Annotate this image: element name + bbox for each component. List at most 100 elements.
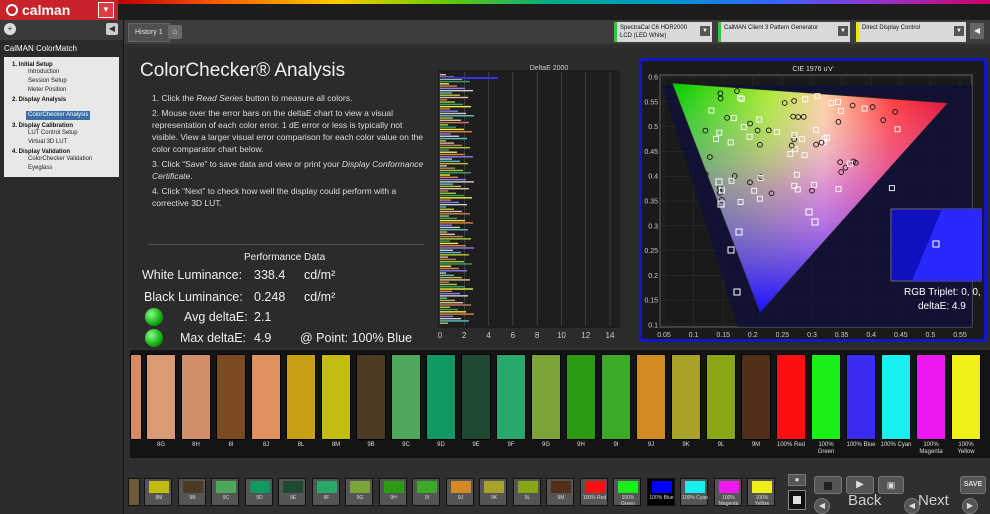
deltae-bar[interactable] bbox=[440, 267, 459, 270]
deltae-bar[interactable] bbox=[440, 206, 446, 208]
color-patch[interactable] bbox=[531, 354, 561, 440]
deltae-bar[interactable] bbox=[440, 274, 454, 277]
deltae-bar[interactable] bbox=[440, 226, 460, 229]
tree-item[interactable]: ColorChecker Validation bbox=[28, 155, 117, 164]
color-patch[interactable] bbox=[846, 354, 876, 440]
deltae-bar[interactable] bbox=[440, 183, 453, 185]
add-icon[interactable]: + bbox=[4, 23, 16, 35]
deltae-bar[interactable] bbox=[440, 251, 461, 254]
swatch-button[interactable]: 9B bbox=[177, 478, 206, 506]
deltae-bar[interactable] bbox=[440, 96, 468, 99]
deltae-bar[interactable] bbox=[440, 233, 455, 235]
tab-history-1[interactable]: History 1 bbox=[128, 23, 170, 42]
tree-item[interactable]: Introduction bbox=[28, 68, 117, 77]
deltae-bar[interactable] bbox=[440, 185, 461, 188]
deltae-bar[interactable] bbox=[440, 133, 451, 135]
deltae-bar[interactable] bbox=[440, 167, 455, 169]
deltae-bar[interactable] bbox=[440, 87, 465, 90]
deltae-bar[interactable] bbox=[440, 295, 468, 297]
swatch-button[interactable]: 100% Cyan bbox=[680, 478, 708, 506]
deltae-bar[interactable] bbox=[440, 297, 447, 299]
stop-measure-button[interactable] bbox=[814, 476, 842, 494]
deltae-bar[interactable] bbox=[440, 247, 474, 249]
deltae-bar[interactable] bbox=[440, 317, 461, 320]
deltae-bar[interactable] bbox=[440, 276, 462, 279]
tree-item[interactable]: Meter Position bbox=[28, 86, 117, 95]
deltae-bar[interactable] bbox=[440, 128, 464, 131]
swatch-button[interactable]: 100% Magenta bbox=[713, 478, 742, 507]
swatch-button[interactable]: 9D bbox=[244, 478, 273, 506]
deltae-bar[interactable] bbox=[440, 283, 457, 286]
deltae-bar[interactable] bbox=[440, 260, 464, 263]
history-menu-icon[interactable]: ⌂ bbox=[168, 25, 182, 39]
color-patch[interactable] bbox=[706, 354, 736, 440]
swatch-button[interactable]: 9J bbox=[445, 478, 474, 506]
deltae-bar[interactable] bbox=[440, 210, 462, 213]
deltae-bar[interactable] bbox=[440, 181, 474, 183]
deltae-bar[interactable] bbox=[440, 299, 455, 302]
deltae-bar[interactable] bbox=[440, 281, 449, 283]
deltae-bar[interactable] bbox=[440, 249, 453, 251]
swatch-button[interactable]: 9L bbox=[512, 478, 541, 506]
swatch-button[interactable]: 100% Red bbox=[579, 478, 608, 506]
color-patch[interactable] bbox=[321, 354, 351, 440]
deltae-bar[interactable] bbox=[440, 149, 449, 151]
deltae-bar[interactable] bbox=[440, 172, 471, 174]
color-patch-partial[interactable] bbox=[130, 354, 142, 440]
swatch-button[interactable]: 9E bbox=[278, 478, 306, 506]
deltae-bar[interactable] bbox=[440, 137, 467, 140]
deltae-bar[interactable] bbox=[440, 117, 453, 119]
deltae-bar[interactable] bbox=[440, 158, 452, 160]
color-patch[interactable] bbox=[741, 354, 771, 440]
color-patch[interactable] bbox=[776, 354, 806, 440]
deltae-bar[interactable] bbox=[440, 308, 458, 311]
deltae-bar[interactable] bbox=[440, 151, 457, 153]
swatch-button[interactable]: 9M bbox=[546, 478, 574, 506]
deltae-bar[interactable] bbox=[440, 254, 469, 256]
color-patch[interactable] bbox=[636, 354, 666, 440]
deltae-bar[interactable] bbox=[440, 80, 470, 83]
deltae-bar[interactable] bbox=[440, 178, 466, 181]
deltae-bar[interactable] bbox=[440, 112, 466, 115]
back-arrow-icon[interactable]: ◀ bbox=[814, 498, 830, 514]
swatch-button[interactable]: 100% Blue bbox=[646, 478, 675, 506]
color-patch[interactable] bbox=[566, 354, 596, 440]
deltae-bar[interactable] bbox=[440, 89, 473, 92]
cie-chart[interactable]: CIE 1976 u'v' 0.6 0.55 0.5 0.45 0.4 0.35 0.3 0.… bbox=[642, 61, 990, 339]
deltae-bar[interactable] bbox=[440, 121, 469, 124]
tree-item[interactable]: ColorChecker Analysis bbox=[26, 111, 91, 120]
next-arrow-icon[interactable]: ▶ bbox=[962, 498, 978, 514]
deltae-bar[interactable] bbox=[440, 304, 471, 306]
deltae-bar[interactable] bbox=[440, 213, 470, 215]
deltae-bar[interactable] bbox=[440, 313, 474, 315]
color-patch[interactable] bbox=[671, 354, 701, 440]
deltae-bar[interactable] bbox=[440, 240, 450, 242]
chevron-down-icon[interactable]: ▼ bbox=[954, 26, 964, 36]
deltae-bar[interactable] bbox=[440, 103, 463, 106]
deltae-bar[interactable] bbox=[440, 272, 446, 274]
deltae-bar[interactable] bbox=[440, 320, 469, 322]
deltae-bar[interactable] bbox=[440, 99, 447, 101]
deltae-bar[interactable] bbox=[440, 94, 460, 96]
deltae-bar[interactable] bbox=[440, 238, 471, 240]
color-patch[interactable] bbox=[601, 354, 631, 440]
back-button[interactable]: Back bbox=[848, 492, 881, 509]
deltae-bar[interactable] bbox=[440, 311, 466, 313]
tree-item[interactable]: Session Setup bbox=[28, 77, 117, 86]
color-patch[interactable] bbox=[461, 354, 491, 440]
deltae-bar[interactable] bbox=[440, 199, 451, 201]
tree-item[interactable]: Eyeglass bbox=[28, 164, 117, 173]
deltae-bar[interactable] bbox=[440, 190, 448, 192]
stop-button[interactable] bbox=[788, 490, 806, 510]
deltae-bar[interactable] bbox=[440, 115, 474, 117]
color-patch[interactable] bbox=[216, 354, 246, 440]
deltae-bar[interactable] bbox=[440, 153, 465, 156]
deltae-bar[interactable] bbox=[440, 215, 449, 217]
color-patch[interactable] bbox=[496, 354, 526, 440]
deltae-bar-max[interactable] bbox=[440, 77, 498, 79]
deltae-bar[interactable] bbox=[440, 156, 473, 158]
device-selector[interactable]: SpectraCal C6 HDR2000 LCD (LED White) ▼ bbox=[614, 22, 712, 42]
chevron-down-icon[interactable]: ▼ bbox=[700, 26, 710, 36]
deltae-bar[interactable] bbox=[440, 74, 446, 76]
swatch-button[interactable]: 9K bbox=[479, 478, 507, 506]
